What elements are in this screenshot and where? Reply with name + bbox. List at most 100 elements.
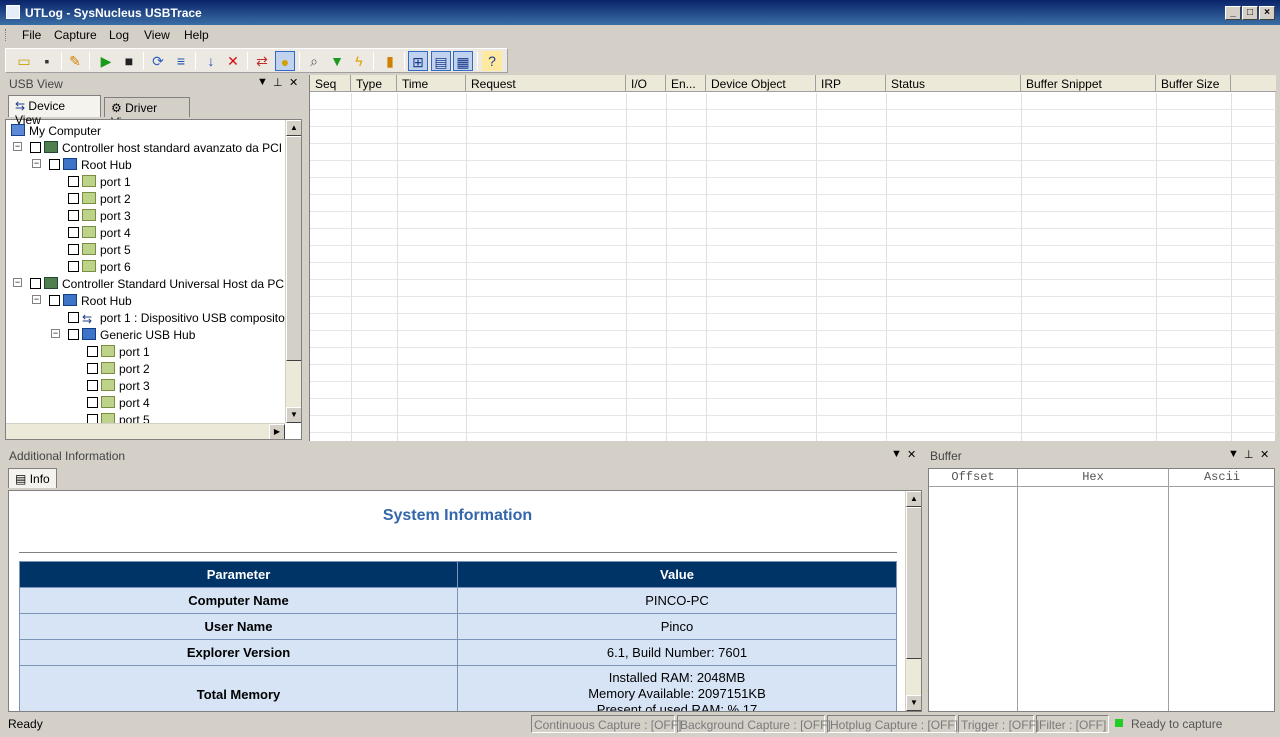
collapse-icon[interactable]: − — [13, 142, 22, 151]
checkbox[interactable] — [49, 159, 60, 170]
tab-driver-view[interactable]: ⚙ Driver View — [104, 97, 190, 129]
pane-close-icon[interactable]: ✕ — [289, 76, 298, 89]
collapse-icon[interactable]: − — [32, 295, 41, 304]
column-header[interactable]: Device Object — [706, 75, 816, 92]
tree-node[interactable]: Controller host standard avanzato da PCI… — [30, 141, 301, 158]
column-header[interactable]: En... — [666, 75, 706, 92]
checkbox[interactable] — [68, 227, 79, 238]
tree-node[interactable]: port 2 — [68, 192, 131, 209]
hint-icon[interactable]: ● — [275, 51, 295, 71]
column-header[interactable]: IRP — [816, 75, 886, 92]
scroll-up-icon[interactable]: ▲ — [286, 120, 301, 136]
tab-info[interactable]: ▤ Info — [8, 468, 57, 488]
stats-icon[interactable]: ▮ — [380, 51, 400, 71]
buffer-content[interactable]: Offset Hex Ascii — [928, 468, 1275, 712]
checkbox[interactable] — [68, 244, 79, 255]
trigger-icon[interactable]: ϟ — [349, 51, 369, 71]
checkbox[interactable] — [68, 210, 79, 221]
scroll-right-icon[interactable]: ▶ — [269, 424, 285, 439]
trace-grid[interactable]: Seq Type Time Request I/O En... Device O… — [309, 75, 1276, 441]
tree-horizontal-scrollbar[interactable]: ▶ — [6, 423, 285, 439]
collapse-icon[interactable]: − — [13, 278, 22, 287]
info-vertical-scrollbar[interactable]: ▲ ▼ — [905, 491, 921, 711]
view-text-icon[interactable]: ▤ — [431, 51, 451, 71]
start-capture-icon[interactable]: ▶ — [96, 51, 116, 71]
menu-capture[interactable]: Capture — [54, 28, 97, 42]
device-tree[interactable]: My Computer − Controller host standard a… — [5, 119, 302, 440]
checkbox[interactable] — [68, 193, 79, 204]
column-header[interactable]: Request — [466, 75, 626, 92]
menu-file[interactable]: File — [22, 28, 41, 42]
tree-node[interactable]: Generic USB Hub — [68, 328, 195, 345]
filter-icon[interactable]: ▼ — [327, 51, 347, 71]
tree-node[interactable]: port 6 — [68, 260, 131, 277]
tree-vertical-scrollbar[interactable]: ▲ ▼ — [285, 120, 301, 423]
tab-device-view[interactable]: ⇆ Device View — [8, 95, 101, 127]
tree-node[interactable]: port 1 — [87, 345, 150, 362]
menu-view[interactable]: View — [144, 28, 170, 42]
replay-icon[interactable]: ⇄ — [252, 51, 272, 71]
grid-body[interactable] — [310, 93, 1276, 441]
checkbox[interactable] — [87, 363, 98, 374]
collapse-icon[interactable]: − — [32, 159, 41, 168]
save-icon[interactable]: ▪ — [37, 51, 57, 71]
column-header[interactable]: I/O — [626, 75, 666, 92]
pin-icon[interactable]: ⊥ — [273, 76, 283, 89]
tree-node[interactable]: Root Hub — [49, 294, 132, 311]
checkbox[interactable] — [87, 346, 98, 357]
column-header[interactable]: Seq — [310, 75, 351, 92]
scroll-down-icon[interactable]: ↓ — [201, 51, 221, 71]
pane-menu-icon[interactable]: ▼ — [1228, 448, 1239, 460]
clear-icon[interactable]: ✕ — [223, 51, 243, 71]
pane-close-icon[interactable]: ✕ — [907, 448, 916, 461]
column-header[interactable]: Type — [351, 75, 397, 92]
column-header[interactable]: Buffer Snippet — [1021, 75, 1156, 92]
checkbox[interactable] — [87, 380, 98, 391]
tree-node[interactable]: ⇆ port 1 : Dispositivo USB composito — [68, 311, 285, 328]
scroll-thumb[interactable] — [286, 136, 301, 361]
checkbox[interactable] — [30, 278, 41, 289]
column-header[interactable]: Buffer Size — [1156, 75, 1231, 92]
maximize-button[interactable]: □ — [1242, 6, 1258, 20]
tree-node[interactable]: port 4 — [87, 396, 150, 413]
column-header[interactable]: Time — [397, 75, 466, 92]
collapse-icon[interactable]: − — [51, 329, 60, 338]
checkbox[interactable] — [68, 261, 79, 272]
tree-node[interactable]: port 5 — [68, 243, 131, 260]
scroll-thumb[interactable] — [906, 507, 921, 659]
column-header[interactable]: Offset — [929, 469, 1018, 487]
checkbox[interactable] — [68, 312, 79, 323]
checkbox[interactable] — [68, 176, 79, 187]
pane-close-icon[interactable]: ✕ — [1260, 448, 1269, 461]
menu-help[interactable]: Help — [184, 28, 209, 42]
menu-log[interactable]: Log — [109, 28, 129, 42]
column-header[interactable]: Hex — [1018, 469, 1169, 487]
scroll-up-icon[interactable]: ▲ — [906, 491, 921, 507]
column-header[interactable]: Ascii — [1169, 469, 1275, 487]
tree-node[interactable]: port 3 — [68, 209, 131, 226]
tree-node[interactable]: port 4 — [68, 226, 131, 243]
checkbox[interactable] — [49, 295, 60, 306]
scroll-down-arrow-icon[interactable]: ▼ — [286, 407, 301, 423]
view-hex-icon[interactable]: ▦ — [453, 51, 473, 71]
tree-node[interactable]: Controller Standard Universal Host da PC… — [30, 277, 301, 294]
view-usb-icon[interactable]: ⊞ — [408, 51, 428, 71]
column-header[interactable]: Status — [886, 75, 1021, 92]
tree-node[interactable]: port 1 — [68, 175, 131, 192]
tree-node[interactable]: Root Hub — [49, 158, 132, 175]
checkbox[interactable] — [68, 329, 79, 340]
find-icon[interactable]: ⌕ — [304, 51, 324, 71]
help-icon[interactable]: ? — [482, 51, 502, 71]
open-icon[interactable]: ▭ — [14, 51, 34, 71]
scroll-down-arrow-icon[interactable]: ▼ — [906, 695, 921, 711]
close-button[interactable]: × — [1259, 6, 1275, 20]
pin-icon[interactable]: ⊥ — [1244, 448, 1254, 461]
edit-icon[interactable]: ✎ — [65, 51, 85, 71]
minimize-button[interactable]: _ — [1225, 6, 1241, 20]
pane-menu-icon[interactable]: ▼ — [257, 76, 268, 88]
pane-menu-icon[interactable]: ▼ — [891, 448, 902, 460]
checkbox[interactable] — [30, 142, 41, 153]
stop-capture-icon[interactable]: ■ — [119, 51, 139, 71]
tree-node[interactable]: port 3 — [87, 379, 150, 396]
list-icon[interactable]: ≡ — [171, 51, 191, 71]
